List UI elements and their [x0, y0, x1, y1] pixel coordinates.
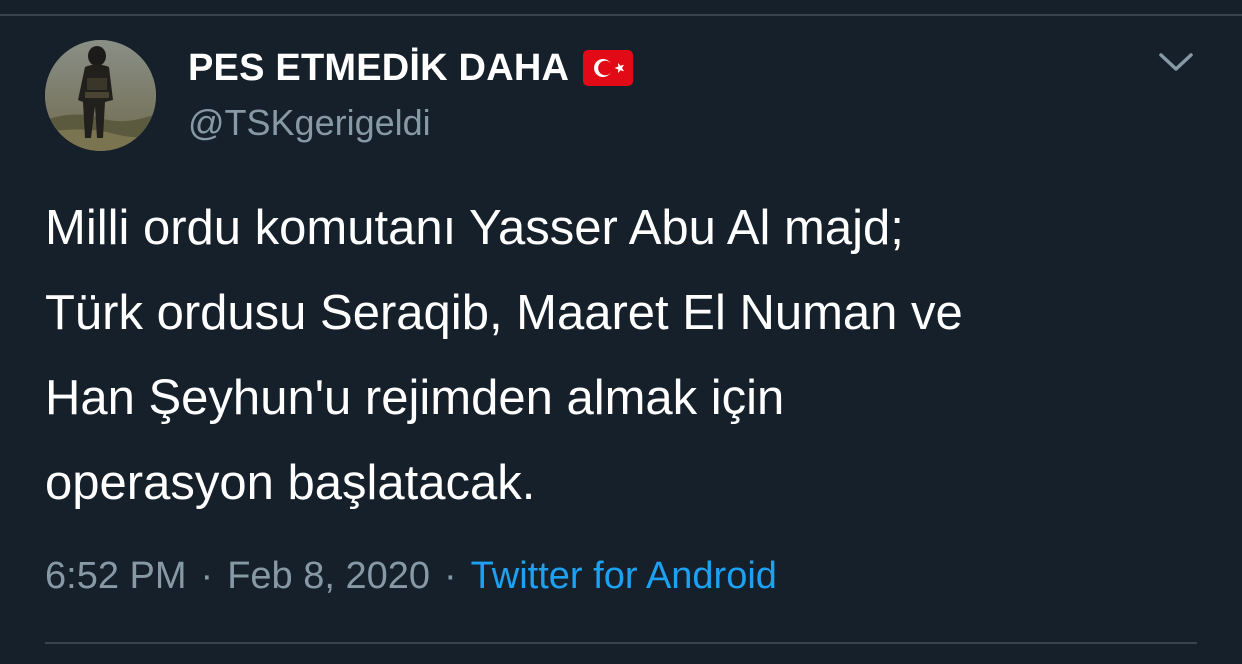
- turkey-flag-icon: [583, 50, 634, 86]
- bottom-divider: [45, 642, 1197, 644]
- meta-separator: ·: [200, 554, 214, 597]
- author-name-row: PES ETMEDİK DAHA: [188, 44, 634, 92]
- tweet-time[interactable]: 6:52 PM: [45, 555, 187, 598]
- tweet-text: Milli ordu komutanı Yasser Abu Al majd; …: [45, 201, 963, 510]
- meta-separator: ·: [444, 554, 457, 597]
- tweet-metadata: 6:52 PM · Feb 8, 2020 · Twitter for Andr…: [45, 548, 777, 604]
- tweet-source-link[interactable]: Twitter for Android: [471, 555, 777, 598]
- tweet-date[interactable]: Feb 8, 2020: [227, 555, 430, 598]
- tweet-detail-view: PES ETMEDİK DAHA @TSKgerigeldi Milli ord…: [0, 0, 1242, 664]
- top-divider: [0, 14, 1242, 16]
- profile-avatar[interactable]: [45, 40, 156, 151]
- user-handle[interactable]: @TSKgerigeldi: [188, 102, 431, 144]
- chevron-down-icon[interactable]: [1156, 48, 1196, 78]
- display-name[interactable]: PES ETMEDİK DAHA: [188, 47, 569, 90]
- avatar-image: [45, 40, 156, 151]
